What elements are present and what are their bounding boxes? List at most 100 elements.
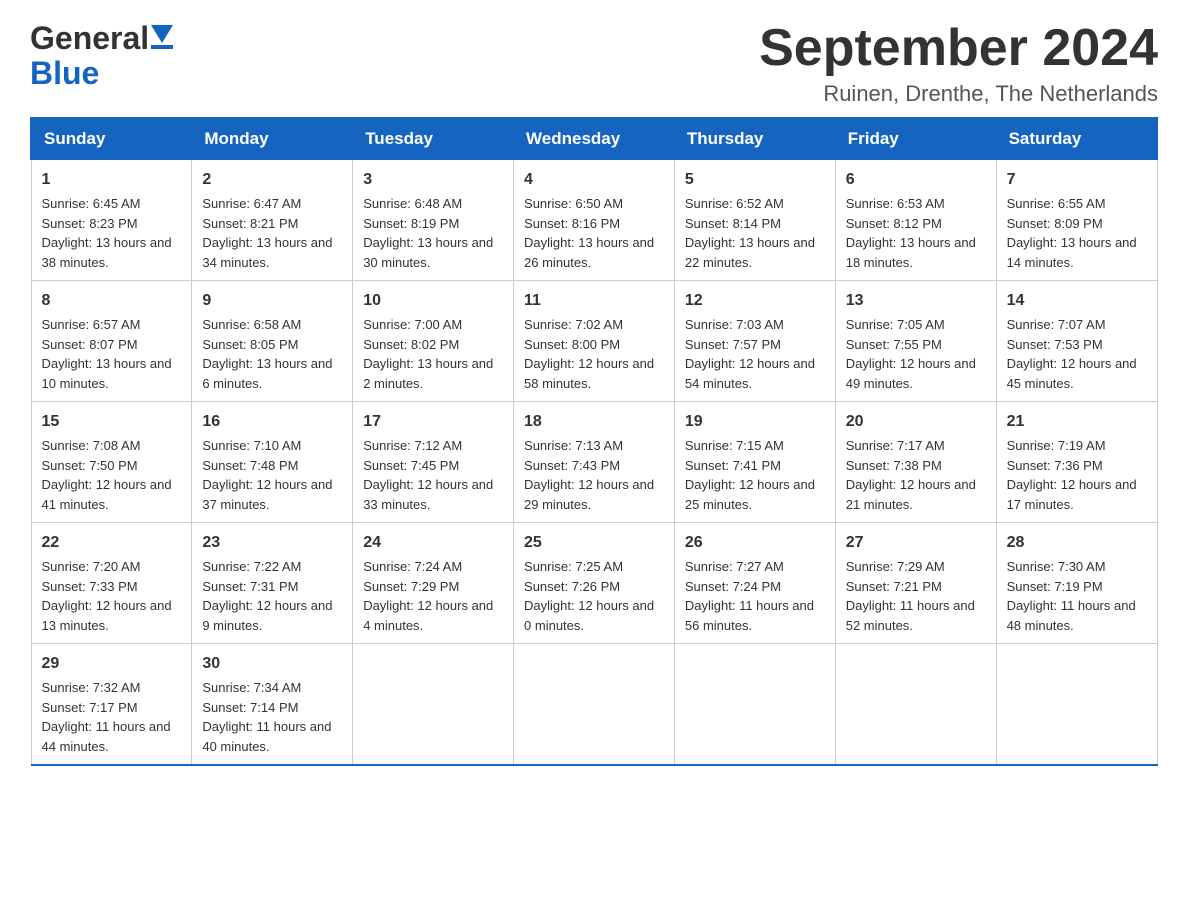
calendar-cell (674, 644, 835, 766)
calendar-cell: 3Sunrise: 6:48 AMSunset: 8:19 PMDaylight… (353, 160, 514, 281)
day-info: Sunrise: 7:08 AMSunset: 7:50 PMDaylight:… (42, 436, 182, 514)
calendar-subtitle: Ruinen, Drenthe, The Netherlands (759, 81, 1158, 107)
day-info: Sunrise: 7:02 AMSunset: 8:00 PMDaylight:… (524, 315, 664, 393)
day-number: 9 (202, 289, 342, 313)
calendar-cell: 29Sunrise: 7:32 AMSunset: 7:17 PMDayligh… (31, 644, 192, 766)
day-number: 2 (202, 168, 342, 192)
calendar-cell: 4Sunrise: 6:50 AMSunset: 8:16 PMDaylight… (514, 160, 675, 281)
calendar-header-tuesday: Tuesday (353, 118, 514, 160)
calendar-cell: 13Sunrise: 7:05 AMSunset: 7:55 PMDayligh… (835, 281, 996, 402)
calendar-header-sunday: Sunday (31, 118, 192, 160)
day-number: 30 (202, 652, 342, 676)
day-number: 25 (524, 531, 664, 555)
day-info: Sunrise: 7:12 AMSunset: 7:45 PMDaylight:… (363, 436, 503, 514)
day-number: 23 (202, 531, 342, 555)
calendar-cell: 20Sunrise: 7:17 AMSunset: 7:38 PMDayligh… (835, 402, 996, 523)
day-number: 17 (363, 410, 503, 434)
day-info: Sunrise: 7:29 AMSunset: 7:21 PMDaylight:… (846, 557, 986, 635)
day-info: Sunrise: 6:58 AMSunset: 8:05 PMDaylight:… (202, 315, 342, 393)
day-number: 4 (524, 168, 664, 192)
day-info: Sunrise: 7:07 AMSunset: 7:53 PMDaylight:… (1007, 315, 1147, 393)
calendar-cell: 7Sunrise: 6:55 AMSunset: 8:09 PMDaylight… (996, 160, 1157, 281)
day-number: 21 (1007, 410, 1147, 434)
calendar-cell: 16Sunrise: 7:10 AMSunset: 7:48 PMDayligh… (192, 402, 353, 523)
calendar-cell (353, 644, 514, 766)
logo: General Blue (30, 20, 173, 92)
day-info: Sunrise: 6:55 AMSunset: 8:09 PMDaylight:… (1007, 194, 1147, 272)
calendar-cell: 22Sunrise: 7:20 AMSunset: 7:33 PMDayligh… (31, 523, 192, 644)
calendar-cell: 1Sunrise: 6:45 AMSunset: 8:23 PMDaylight… (31, 160, 192, 281)
calendar-cell: 24Sunrise: 7:24 AMSunset: 7:29 PMDayligh… (353, 523, 514, 644)
calendar-cell: 23Sunrise: 7:22 AMSunset: 7:31 PMDayligh… (192, 523, 353, 644)
calendar-cell: 5Sunrise: 6:52 AMSunset: 8:14 PMDaylight… (674, 160, 835, 281)
calendar-cell (996, 644, 1157, 766)
day-number: 8 (42, 289, 182, 313)
day-info: Sunrise: 6:48 AMSunset: 8:19 PMDaylight:… (363, 194, 503, 272)
day-info: Sunrise: 7:32 AMSunset: 7:17 PMDaylight:… (42, 678, 182, 756)
page-header: General Blue September 2024 Ruinen, Dren… (30, 20, 1158, 107)
calendar-cell: 12Sunrise: 7:03 AMSunset: 7:57 PMDayligh… (674, 281, 835, 402)
day-number: 15 (42, 410, 182, 434)
day-info: Sunrise: 7:25 AMSunset: 7:26 PMDaylight:… (524, 557, 664, 635)
day-info: Sunrise: 7:03 AMSunset: 7:57 PMDaylight:… (685, 315, 825, 393)
calendar-week-row: 22Sunrise: 7:20 AMSunset: 7:33 PMDayligh… (31, 523, 1157, 644)
day-number: 18 (524, 410, 664, 434)
calendar-cell: 18Sunrise: 7:13 AMSunset: 7:43 PMDayligh… (514, 402, 675, 523)
calendar-title: September 2024 (759, 20, 1158, 77)
calendar-header-row: SundayMondayTuesdayWednesdayThursdayFrid… (31, 118, 1157, 160)
calendar-cell: 25Sunrise: 7:25 AMSunset: 7:26 PMDayligh… (514, 523, 675, 644)
day-info: Sunrise: 7:24 AMSunset: 7:29 PMDaylight:… (363, 557, 503, 635)
calendar-cell: 17Sunrise: 7:12 AMSunset: 7:45 PMDayligh… (353, 402, 514, 523)
day-number: 24 (363, 531, 503, 555)
calendar-cell: 11Sunrise: 7:02 AMSunset: 8:00 PMDayligh… (514, 281, 675, 402)
calendar-header-saturday: Saturday (996, 118, 1157, 160)
day-info: Sunrise: 6:52 AMSunset: 8:14 PMDaylight:… (685, 194, 825, 272)
day-number: 26 (685, 531, 825, 555)
calendar-week-row: 8Sunrise: 6:57 AMSunset: 8:07 PMDaylight… (31, 281, 1157, 402)
day-number: 5 (685, 168, 825, 192)
day-number: 6 (846, 168, 986, 192)
day-info: Sunrise: 7:17 AMSunset: 7:38 PMDaylight:… (846, 436, 986, 514)
calendar-cell: 27Sunrise: 7:29 AMSunset: 7:21 PMDayligh… (835, 523, 996, 644)
day-info: Sunrise: 7:20 AMSunset: 7:33 PMDaylight:… (42, 557, 182, 635)
calendar-cell: 19Sunrise: 7:15 AMSunset: 7:41 PMDayligh… (674, 402, 835, 523)
logo-blue: Blue (30, 55, 99, 92)
day-info: Sunrise: 7:27 AMSunset: 7:24 PMDaylight:… (685, 557, 825, 635)
calendar-cell: 2Sunrise: 6:47 AMSunset: 8:21 PMDaylight… (192, 160, 353, 281)
calendar-cell: 6Sunrise: 6:53 AMSunset: 8:12 PMDaylight… (835, 160, 996, 281)
day-number: 16 (202, 410, 342, 434)
calendar-header-monday: Monday (192, 118, 353, 160)
day-info: Sunrise: 6:57 AMSunset: 8:07 PMDaylight:… (42, 315, 182, 393)
logo-triangle-icon (151, 25, 173, 55)
calendar-cell: 8Sunrise: 6:57 AMSunset: 8:07 PMDaylight… (31, 281, 192, 402)
calendar-cell: 26Sunrise: 7:27 AMSunset: 7:24 PMDayligh… (674, 523, 835, 644)
calendar-cell: 30Sunrise: 7:34 AMSunset: 7:14 PMDayligh… (192, 644, 353, 766)
day-info: Sunrise: 7:15 AMSunset: 7:41 PMDaylight:… (685, 436, 825, 514)
day-number: 3 (363, 168, 503, 192)
calendar-week-row: 1Sunrise: 6:45 AMSunset: 8:23 PMDaylight… (31, 160, 1157, 281)
day-number: 7 (1007, 168, 1147, 192)
day-number: 22 (42, 531, 182, 555)
calendar-cell: 28Sunrise: 7:30 AMSunset: 7:19 PMDayligh… (996, 523, 1157, 644)
title-area: September 2024 Ruinen, Drenthe, The Neth… (759, 20, 1158, 107)
calendar-week-row: 29Sunrise: 7:32 AMSunset: 7:17 PMDayligh… (31, 644, 1157, 766)
day-number: 20 (846, 410, 986, 434)
day-info: Sunrise: 7:10 AMSunset: 7:48 PMDaylight:… (202, 436, 342, 514)
day-number: 14 (1007, 289, 1147, 313)
calendar-header-thursday: Thursday (674, 118, 835, 160)
calendar-cell (514, 644, 675, 766)
day-info: Sunrise: 7:22 AMSunset: 7:31 PMDaylight:… (202, 557, 342, 635)
day-number: 27 (846, 531, 986, 555)
day-number: 11 (524, 289, 664, 313)
logo-general: General (30, 20, 149, 57)
day-info: Sunrise: 7:13 AMSunset: 7:43 PMDaylight:… (524, 436, 664, 514)
calendar-header-wednesday: Wednesday (514, 118, 675, 160)
day-info: Sunrise: 6:53 AMSunset: 8:12 PMDaylight:… (846, 194, 986, 272)
day-info: Sunrise: 6:47 AMSunset: 8:21 PMDaylight:… (202, 194, 342, 272)
calendar-cell (835, 644, 996, 766)
day-number: 12 (685, 289, 825, 313)
calendar-table: SundayMondayTuesdayWednesdayThursdayFrid… (30, 117, 1158, 766)
calendar-cell: 15Sunrise: 7:08 AMSunset: 7:50 PMDayligh… (31, 402, 192, 523)
calendar-cell: 14Sunrise: 7:07 AMSunset: 7:53 PMDayligh… (996, 281, 1157, 402)
calendar-cell: 21Sunrise: 7:19 AMSunset: 7:36 PMDayligh… (996, 402, 1157, 523)
